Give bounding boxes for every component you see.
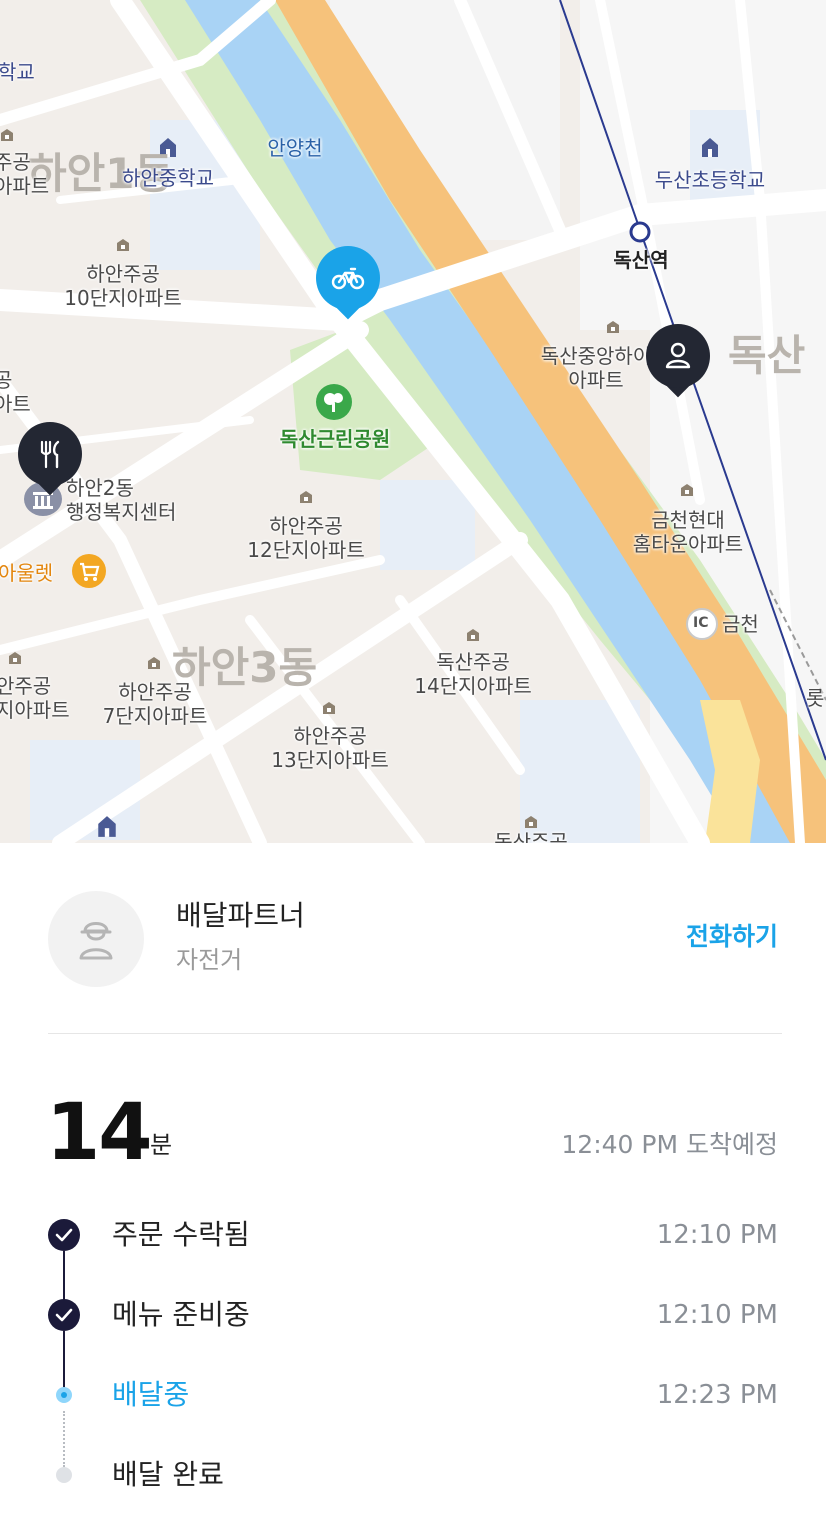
status-step-delivering: 배달중 12:23 PM [0,1375,826,1415]
place-label-apartment-left-bottom: 안주공 지아파트 [0,674,70,722]
call-button[interactable]: 전화하기 [686,921,778,953]
place-label-apartment: 주공 아파트 [0,150,50,198]
building-icon [9,652,21,664]
building-icon [300,491,312,503]
place-label-hanan-middle-school: 하안중학교 [122,166,214,190]
place-label-dusan-elementary: 두산초등학교 [654,168,766,192]
place-label-doksan-station: 독산역 [613,248,669,272]
place-label-lotte-partial: 롯 [806,686,825,710]
district-label-doksan: 독산 [728,331,806,380]
status-step-accepted: 주문 수락됨 12:10 PM [0,1215,826,1255]
status-step-completed: 배달 완료 [0,1455,826,1495]
check-icon [48,1299,80,1331]
delivery-status-sheet: 배달파트너 자전거 전화하기 14 분 12:40 PM 도착예정 주문 수락됨… [0,843,826,1526]
school-icon [98,816,116,837]
place-label-school: 학교 [0,60,35,84]
ic-badge-label: IC [693,615,709,631]
building-icon [681,484,693,496]
person-icon [665,342,691,369]
place-label-doksan-partial: 독산주공 [494,830,568,843]
status-step-time: 12:23 PM [656,1380,778,1410]
delivery-map[interactable]: IC 하안1동 독산 하안3동 학교 하안중학교 주공 아파트 하안주공 10단… [0,0,826,843]
shopping-cart-icon [72,554,106,588]
building-icon [117,239,129,251]
status-step-time: 12:10 PM [656,1220,778,1250]
pending-status-dot-icon [56,1467,72,1483]
place-label-doksan-park: 독산근린공원 [279,427,391,451]
building-icon [525,816,537,828]
place-label-geumcheon-hyundai: 금천현대 홈타운아파트 [632,508,744,556]
eta-minutes: 14 [46,1088,153,1178]
bicycle-icon [331,267,365,290]
divider [48,1033,782,1034]
eta-unit: 분 [150,1131,173,1159]
place-label-hanan2-office: 하안2동 행정복지센터 [66,476,177,524]
building-icon [607,321,619,333]
restaurant-location-pin[interactable] [18,422,82,496]
school-icon [702,138,718,157]
building-icon [1,129,13,141]
place-label-hanan10: 하안주공 10단지아파트 [64,262,182,310]
customer-location-pin[interactable] [646,324,710,398]
park-icon [316,384,352,420]
place-label-outlet: 아울렛 [0,561,54,585]
place-label-doksan-jungang: 독산중앙하이 아파트 [540,344,652,392]
active-status-dot-icon [56,1387,72,1403]
eta-arrival-time: 12:40 PM 도착예정 [561,1130,778,1159]
status-step-label: 주문 수락됨 [112,1218,250,1251]
place-label-hanan7: 하안주공 7단지아파트 [102,680,208,728]
status-step-preparing: 메뉴 준비중 12:10 PM [0,1295,826,1335]
status-step-label: 메뉴 준비중 [112,1298,250,1331]
rider-location-pin[interactable] [316,246,380,320]
place-label-ic-geumcheon: 금천 [722,612,759,636]
place-label-apartment-partial: 공 아트 [0,368,31,416]
partner-vehicle: 자전거 [176,946,243,974]
place-label-hanan12: 하안주공 12단지아파트 [247,514,365,562]
fork-knife-icon [40,440,60,469]
partner-name: 배달파트너 [176,899,305,932]
status-step-label: 배달중 [112,1378,190,1411]
status-step-label: 배달 완료 [112,1458,224,1491]
place-label-hanan13: 하안주공 13단지아파트 [271,724,389,772]
place-label-anyang-river: 안양천 [267,136,323,160]
place-label-doksan14: 독산주공 14단지아파트 [414,650,532,698]
partner-avatar [48,891,144,987]
status-step-time: 12:10 PM [656,1300,778,1330]
building-icon [323,702,335,714]
building-icon [467,629,479,641]
building-icon [148,657,160,669]
delivery-partner-icon [79,922,113,960]
check-icon [48,1219,80,1251]
